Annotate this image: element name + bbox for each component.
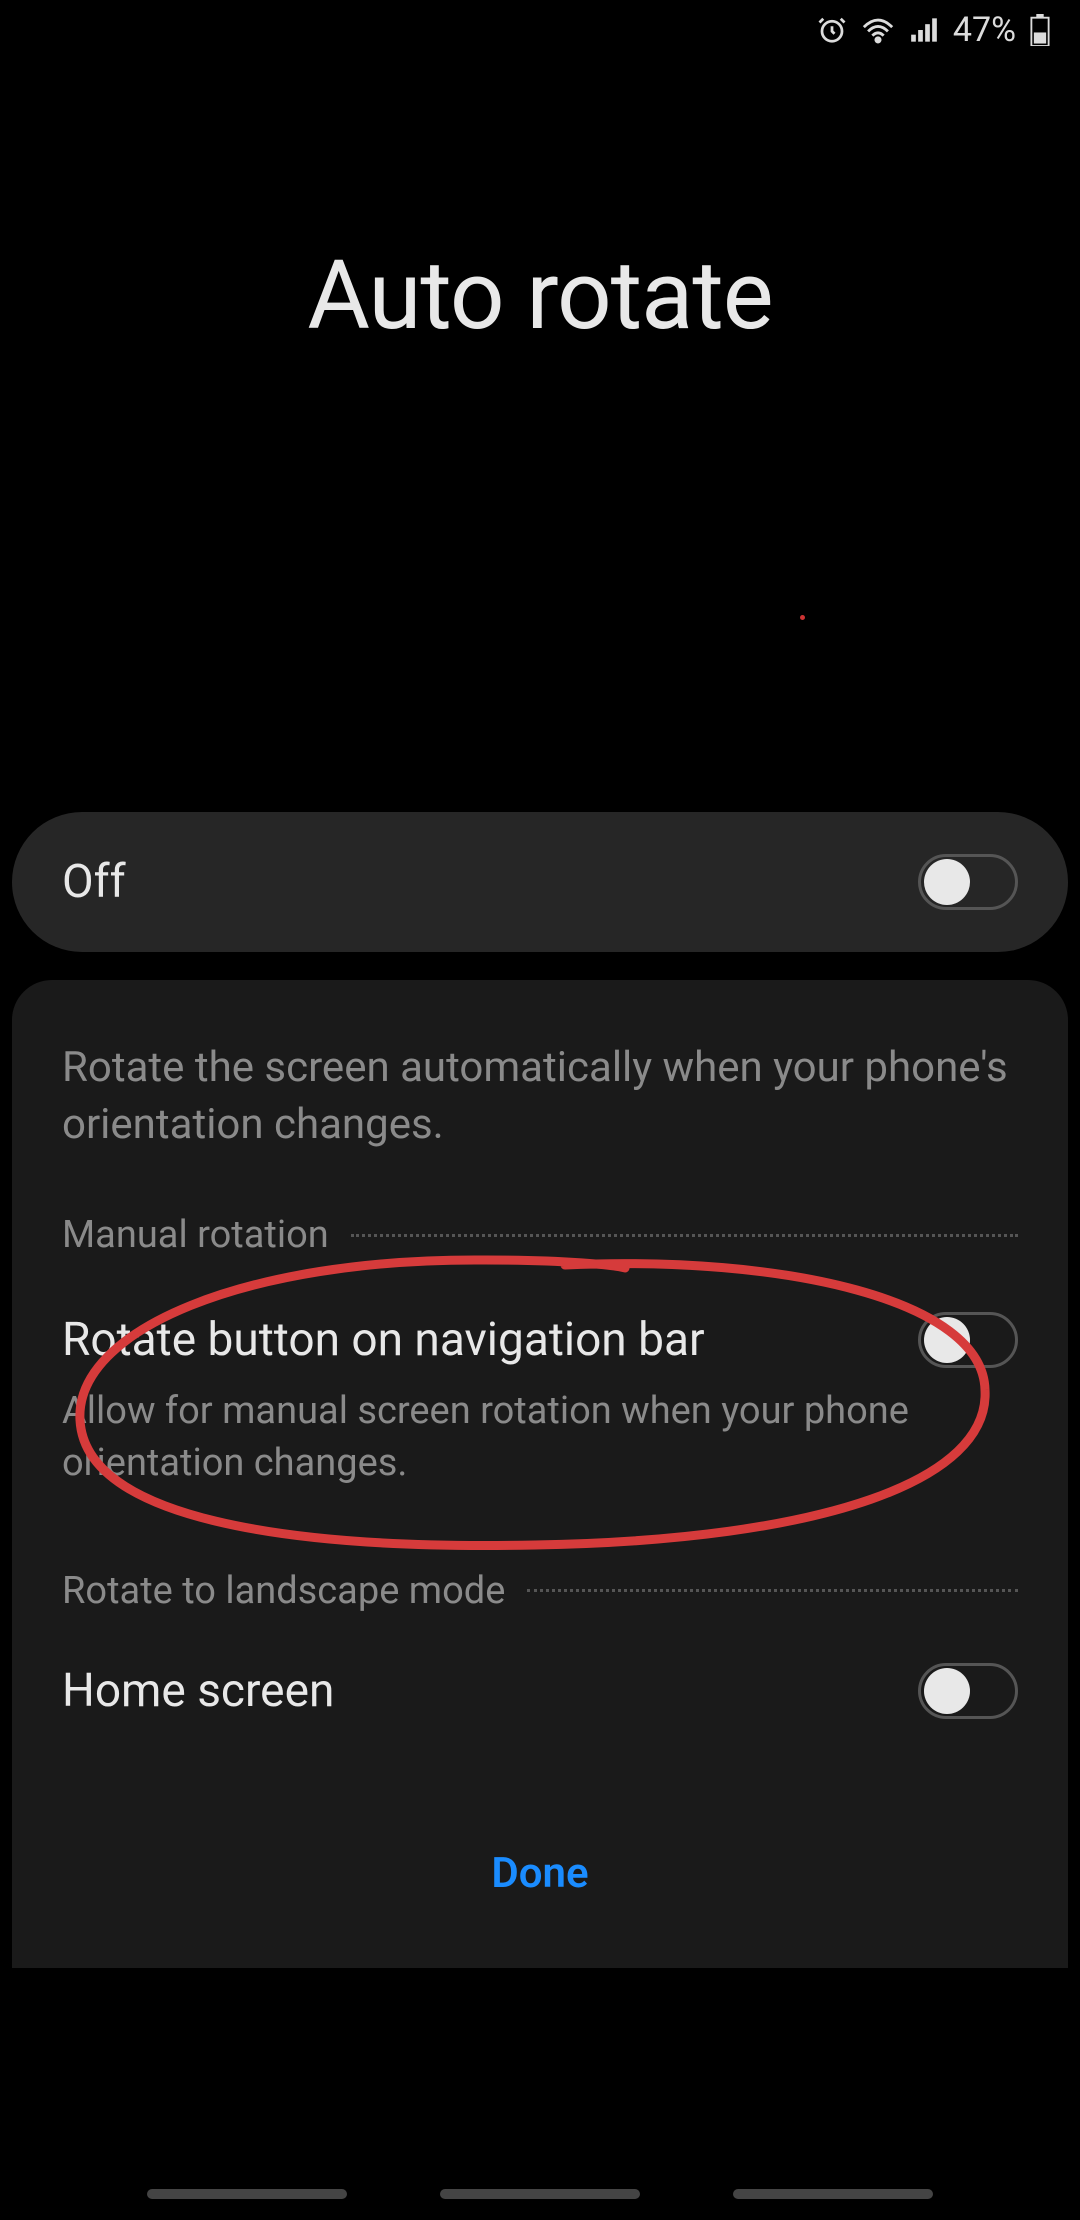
rotate-button-title: Rotate button on navigation bar [62,1313,705,1367]
nav-home-button[interactable] [440,2189,640,2199]
nav-recent-button[interactable] [147,2189,347,2199]
signal-icon [909,16,939,44]
auto-rotate-description: Rotate the screen automatically when you… [62,1040,1018,1153]
page-title: Auto rotate [0,240,1080,352]
divider-dotted [527,1589,1018,1592]
home-screen-row[interactable]: Home screen [62,1663,1018,1719]
annotation-dot [800,615,805,620]
wifi-icon [861,15,895,45]
section-header-landscape-label: Rotate to landscape mode [62,1569,505,1613]
home-screen-switch[interactable] [918,1663,1018,1719]
main-toggle-switch[interactable] [918,854,1018,910]
main-toggle-label: Off [62,855,126,909]
done-button[interactable]: Done [62,1839,1018,1928]
section-header-landscape: Rotate to landscape mode [62,1569,1018,1613]
section-header-manual-label: Manual rotation [62,1213,329,1257]
section-header-manual: Manual rotation [62,1213,1018,1257]
alarm-icon [817,15,847,45]
battery-percent: 47% [953,10,1016,50]
rotate-button-subtitle: Allow for manual screen rotation when yo… [62,1386,1018,1489]
settings-card: Rotate the screen automatically when you… [12,980,1068,1968]
divider-dotted [351,1234,1018,1237]
battery-icon [1030,14,1050,46]
nav-back-button[interactable] [733,2189,933,2199]
rotate-button-switch[interactable] [918,1312,1018,1368]
main-toggle-row[interactable]: Off [12,812,1068,952]
rotate-button-row[interactable]: Rotate button on navigation bar [62,1312,1018,1368]
status-bar: 47% [0,0,1080,60]
navigation-bar [0,2168,1080,2220]
home-screen-label: Home screen [62,1664,334,1718]
